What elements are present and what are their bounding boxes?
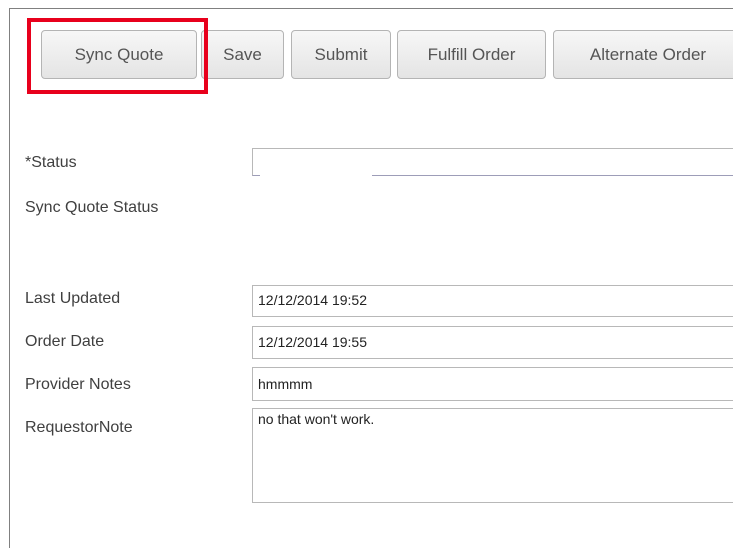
provider-notes-label: Provider Notes [25, 376, 131, 393]
provider-notes-field[interactable]: hmmmm [252, 367, 733, 401]
order-date-field[interactable]: 12/12/2014 19:55 [252, 326, 733, 359]
status-label: *Status [25, 154, 77, 171]
sync-quote-button[interactable]: Sync Quote [41, 30, 197, 79]
order-date-label: Order Date [25, 333, 105, 350]
sync-quote-status-label: Sync Quote Status [25, 199, 159, 216]
requestor-note-label: RequestorNote [25, 419, 133, 436]
save-button[interactable]: Save [201, 30, 284, 79]
alternate-order-button[interactable]: Alternate Order [553, 30, 733, 79]
last-updated-label: Last Updated [25, 290, 121, 307]
fulfill-order-button[interactable]: Fulfill Order [397, 30, 546, 79]
submit-button[interactable]: Submit [291, 30, 391, 79]
last-updated-field[interactable]: 12/12/2014 19:52 [252, 285, 733, 317]
status-field-mask [260, 170, 372, 176]
requestor-note-textarea[interactable]: no that won't work. [252, 408, 733, 503]
